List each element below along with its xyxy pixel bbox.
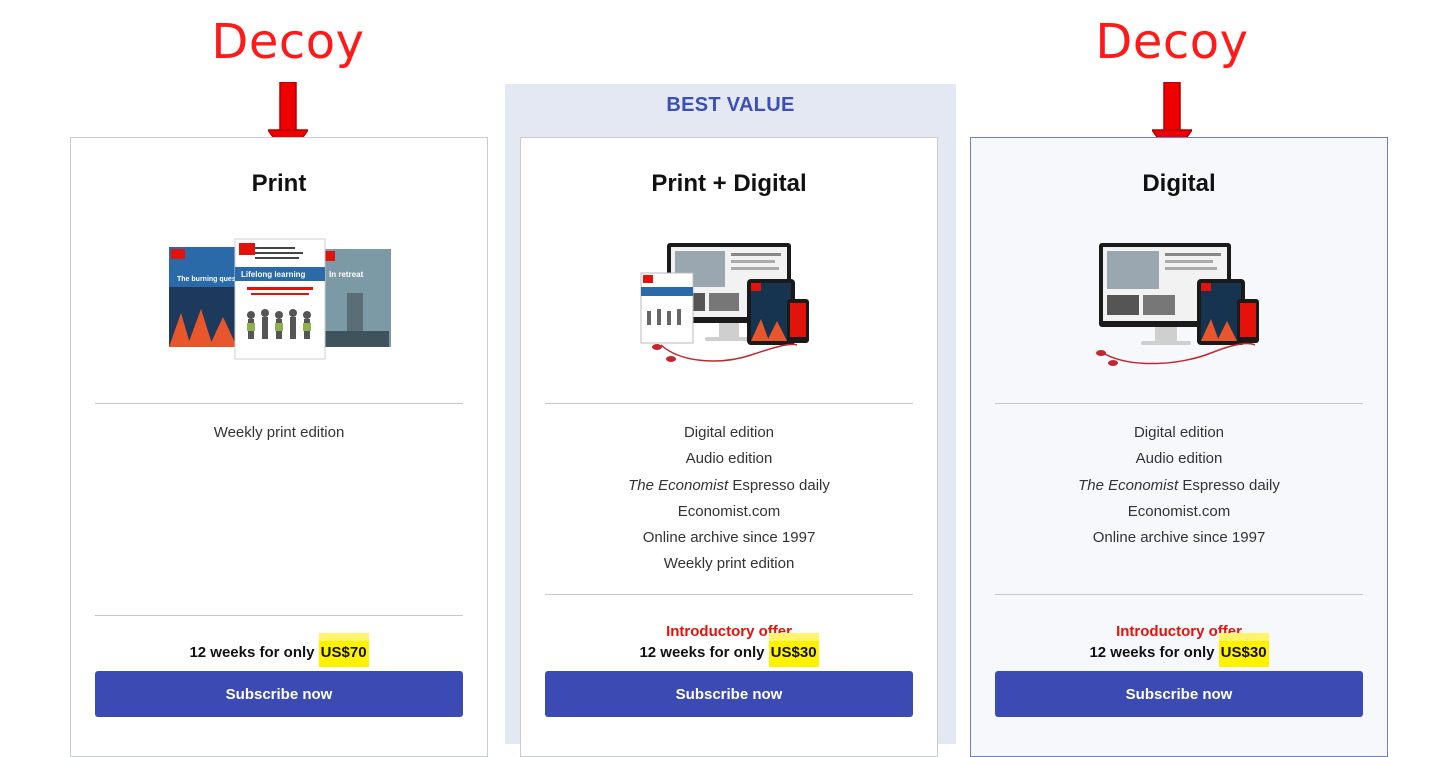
best-value-badge: BEST VALUE: [666, 94, 795, 116]
divider: [545, 594, 913, 595]
feature-item: Economist.com: [1127, 502, 1231, 520]
feature-item: Digital edition: [683, 424, 775, 441]
divider: [995, 403, 1363, 404]
devices-illustration: [1096, 243, 1259, 366]
feature-item: Digital edition: [1133, 424, 1225, 441]
feature-item: Audio edition: [1135, 450, 1223, 468]
decoy-label-left: Decoy: [211, 14, 365, 70]
cover-title-text: Lifelong learning: [241, 270, 306, 279]
cover-title-text: In retreat: [329, 270, 364, 279]
divider: [95, 403, 463, 404]
plan-title: Print + Digital: [651, 170, 807, 197]
divider: [545, 403, 913, 404]
plan-card-print: Print The burning question In retreat Li…: [70, 137, 488, 757]
print-magazines-illustration: The burning question In retreat Lifelong…: [169, 238, 391, 360]
price-value: US$30: [768, 641, 819, 667]
price-prefix: 12 weeks for only: [639, 644, 769, 661]
divider: [995, 594, 1363, 595]
feature-item: The Economist Espresso daily: [1078, 476, 1280, 494]
offer-label: Introductory offer: [666, 623, 792, 640]
feature-item: Economist.com: [677, 502, 781, 520]
decoy-label-right: Decoy: [1095, 14, 1249, 70]
feature-item: Online archive since 1997: [642, 529, 816, 547]
feature-item: Weekly print edition: [663, 555, 795, 573]
price-line: 12 weeks for only US$30: [521, 641, 937, 667]
feature-list: Digital edition Audio edition The Econom…: [521, 420, 937, 578]
plan-card-print-digital: Print + Digital Digital edition Audio ed…: [520, 137, 938, 757]
plan-title: Digital: [1142, 170, 1216, 197]
price-value: US$70: [318, 641, 369, 667]
feature-item: Online archive since 1997: [1092, 529, 1266, 547]
feature-item: Audio edition: [685, 450, 773, 468]
subscribe-button[interactable]: Subscribe now: [95, 671, 463, 717]
price-value: US$30: [1218, 641, 1269, 667]
price-line: 12 weeks for only US$70: [71, 641, 487, 667]
feature-list: Weekly print edition: [71, 420, 487, 446]
offer-label: Introductory offer: [1116, 623, 1242, 640]
price-prefix: 12 weeks for only: [1089, 644, 1219, 661]
plan-card-digital: Digital Digital edition Audio edition Th…: [970, 137, 1388, 757]
feature-item: Weekly print edition: [213, 424, 345, 441]
subscribe-button[interactable]: Subscribe now: [545, 671, 913, 717]
subscribe-button[interactable]: Subscribe now: [995, 671, 1363, 717]
divider: [95, 615, 463, 616]
price-line: 12 weeks for only US$30: [971, 641, 1387, 667]
devices-illustration: [640, 243, 809, 362]
feature-list: Digital edition Audio edition The Econom…: [971, 420, 1387, 551]
plan-title: Print: [251, 170, 307, 197]
feature-item: The Economist Espresso daily: [628, 476, 830, 494]
price-prefix: 12 weeks for only: [189, 644, 319, 661]
